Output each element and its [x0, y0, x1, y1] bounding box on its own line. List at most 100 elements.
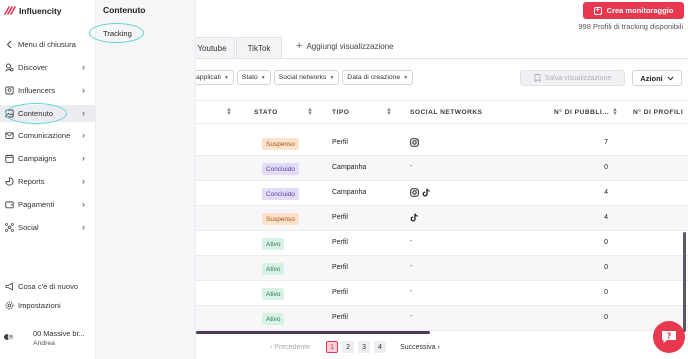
sidebar-item-label: Reports	[18, 177, 45, 186]
tab-tiktok[interactable]: TikTok	[236, 37, 282, 58]
sidebar-item-label: Contenuto	[18, 109, 54, 118]
status-badge: Suspenso	[262, 138, 299, 150]
table-row[interactable]: Ativo Perfil - 0	[196, 256, 688, 281]
type-cell: Perfil	[332, 264, 348, 271]
user-subtitle: Andrea	[33, 340, 55, 347]
sidebar-item-content[interactable]: Contenuto ›	[0, 105, 96, 122]
type-cell: Campanha	[332, 164, 367, 171]
page-1-button[interactable]: 1	[326, 341, 339, 353]
table-row[interactable]: Suspenso Perfil 7	[196, 131, 688, 156]
type-cell: Perfil	[332, 289, 348, 296]
sort-icon[interactable]: ▲ ▼	[612, 107, 618, 117]
chevron-right-icon: ›	[82, 153, 85, 163]
user-account-menu[interactable]: 00 Massive br... Andrea	[4, 327, 94, 349]
discover-icon	[5, 63, 14, 72]
table-row[interactable]: Ativo Perfil - 0	[196, 281, 688, 306]
add-view-button[interactable]: + Aggiungi visualizzazione	[296, 41, 394, 52]
social-networks-cell	[410, 188, 431, 197]
social-networks-cell: -	[410, 238, 412, 245]
previous-label: Precedente	[274, 343, 311, 351]
sidebar-item-social[interactable]: Social ›	[0, 219, 96, 236]
submenu-title: Contenuto	[103, 5, 146, 15]
chevron-down-icon	[667, 75, 674, 81]
publications-count: 4	[604, 214, 608, 221]
sidebar-item-label: Social	[18, 223, 39, 232]
sort-icon[interactable]: ▲ ▼	[226, 107, 232, 117]
collapse-menu-label: Menu di chiusura	[18, 40, 76, 49]
table-row[interactable]: Suspenso Perfil 4	[196, 206, 688, 231]
publications-count: 0	[604, 239, 608, 246]
status-badge: Ativo	[262, 313, 285, 325]
column-header-profiles[interactable]: N° DI PROFILI	[633, 109, 683, 116]
instagram-icon	[410, 138, 419, 147]
status-badge: Concluido	[262, 188, 299, 200]
sidebar-item-campaigns[interactable]: Campaigns ›	[0, 150, 96, 167]
submenu-item-tracking[interactable]: Tracking	[103, 29, 132, 38]
type-cell: Perfil	[332, 214, 348, 221]
type-cell: Perfil	[332, 314, 348, 321]
create-monitoring-button[interactable]: + Crea monitoraggio	[583, 2, 684, 19]
sidebar-item-label: Campaigns	[18, 154, 57, 163]
column-header-type[interactable]: TIPO	[332, 109, 349, 116]
chevron-down-icon: ▼	[223, 74, 229, 81]
table-row[interactable]: Ativo Perfil - 0	[196, 306, 688, 331]
app-logo[interactable]: Influencity	[4, 5, 62, 16]
status-badge: Ativo	[262, 288, 285, 300]
sort-icon[interactable]: ▲ ▼	[386, 107, 392, 117]
settings-link[interactable]: Impostazioni	[0, 297, 96, 314]
sort-icon[interactable]: ▲ ▼	[307, 107, 313, 117]
save-view-button[interactable]: Salva visualizzazione	[520, 70, 625, 86]
empty-value: -	[410, 238, 413, 245]
empty-value: -	[410, 288, 413, 295]
whats-new-link[interactable]: Cosa c'è di nuovo	[0, 278, 96, 295]
filter-applied[interactable]: applicati ▼	[196, 70, 234, 85]
actions-button[interactable]: Azioni	[632, 70, 682, 86]
table-row[interactable]: Ativo Perfil - 0	[196, 231, 688, 256]
table-row[interactable]: Concluido Campanha - 0	[196, 156, 688, 181]
tabs-divider	[190, 58, 688, 59]
sidebar-item-communication[interactable]: Comunicazione ›	[0, 127, 96, 144]
tiktok-icon	[422, 188, 431, 197]
social-networks-cell: -	[410, 263, 412, 270]
user-name: 00 Massive br...	[33, 329, 85, 338]
type-cell: Perfil	[332, 139, 348, 146]
page-4-button[interactable]: 4	[374, 341, 387, 353]
social-networks-cell	[410, 138, 419, 147]
social-networks-cell: -	[410, 288, 412, 295]
sidebar-item-label: Pagamenti	[18, 200, 55, 209]
horizontal-scrollbar[interactable]	[196, 331, 430, 334]
column-header-social[interactable]: SOCIAL NETWORKS	[410, 109, 483, 116]
help-icon: ?	[662, 331, 676, 343]
previous-page-button[interactable]: ‹ Precedente	[270, 344, 310, 351]
filter-status[interactable]: Stato ▼	[236, 70, 271, 85]
filter-social-networks[interactable]: Social networks ▼	[273, 70, 340, 85]
chevron-right-icon: ›	[82, 222, 85, 232]
column-header-publications[interactable]: N° DI PUBBLI...	[554, 109, 609, 116]
sidebar-item-label: Influencers	[18, 86, 56, 95]
page-2-button[interactable]: 2	[342, 341, 355, 353]
content-submenu: Contenuto Tracking	[96, 0, 196, 359]
settings-label: Impostazioni	[18, 301, 61, 310]
help-chat-button[interactable]: ?	[653, 321, 685, 353]
tab-youtube[interactable]: Youtube	[190, 37, 235, 58]
collapse-menu-button[interactable]: Menu di chiusura	[0, 36, 96, 53]
empty-value: -	[410, 313, 413, 320]
sidebar-item-payments[interactable]: Pagamenti ›	[0, 196, 96, 213]
page-3-button[interactable]: 3	[358, 341, 371, 353]
calendar-icon	[5, 154, 14, 163]
vertical-scrollbar[interactable]	[683, 232, 686, 332]
column-header-status[interactable]: STATO	[254, 109, 278, 116]
next-page-button[interactable]: Successiva ›	[400, 344, 440, 351]
sidebar: Influencity Menu di chiusura Discover › …	[0, 0, 96, 359]
filter-creation-date[interactable]: Data di creazione ▼	[342, 70, 414, 85]
empty-value: -	[410, 263, 413, 270]
bookmark-icon	[534, 74, 541, 82]
publications-count: 0	[604, 314, 608, 321]
sidebar-item-influencers[interactable]: Influencers ›	[0, 82, 96, 99]
empty-value: -	[410, 163, 413, 170]
whats-new-label: Cosa c'è di nuovo	[18, 282, 79, 291]
mail-icon	[5, 131, 14, 140]
table-row[interactable]: Concluido Campanha 4	[196, 181, 688, 206]
sidebar-item-discover[interactable]: Discover ›	[0, 59, 96, 76]
sidebar-item-reports[interactable]: Reports ›	[0, 173, 96, 190]
